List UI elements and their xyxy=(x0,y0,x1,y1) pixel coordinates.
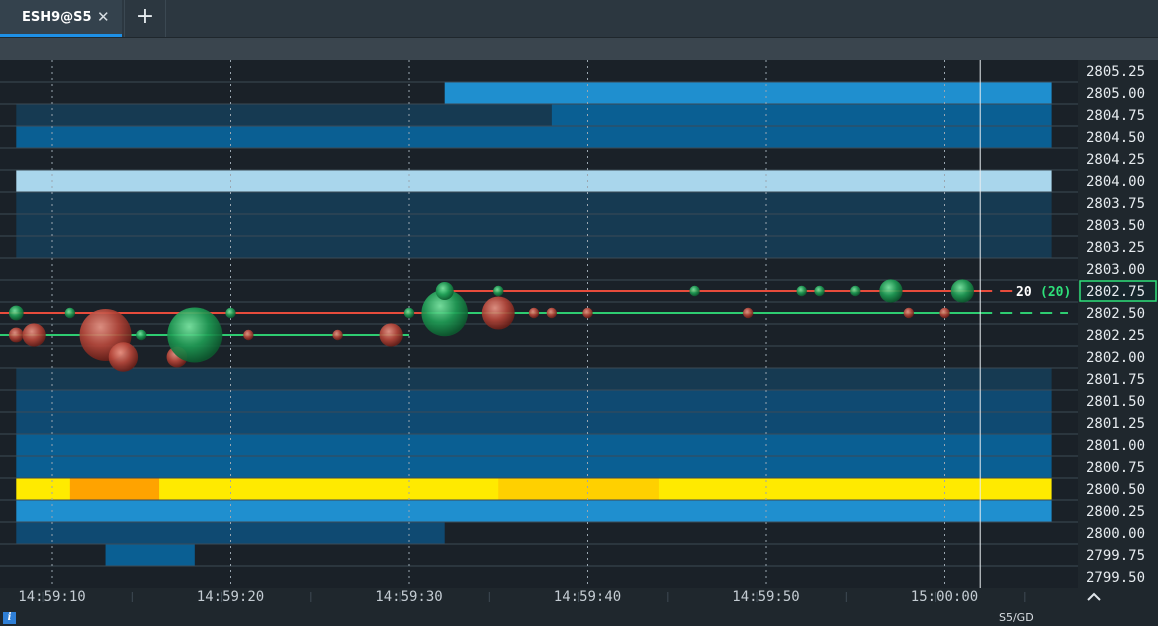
buy-trade-bubble xyxy=(8,305,24,321)
buy-trade-bubble xyxy=(879,279,903,303)
buy-trade-bubble xyxy=(225,307,236,319)
chevron-up-icon[interactable] xyxy=(1085,588,1103,606)
last-trade-size: 20 xyxy=(1016,285,1032,300)
price-label: 2800.50 xyxy=(1086,482,1145,498)
liquidity-cell xyxy=(16,390,1052,412)
price-label: 2803.00 xyxy=(1086,262,1145,278)
price-label: 2801.50 xyxy=(1086,394,1145,410)
liquidity-cell xyxy=(16,412,1052,434)
time-label: 14:59:40 xyxy=(554,589,621,605)
liquidity-cell xyxy=(16,126,1052,148)
sell-trade-bubble xyxy=(582,307,593,319)
sell-trade-bubble xyxy=(8,327,24,343)
price-label: 2805.25 xyxy=(1086,64,1145,80)
sell-trade-bubble xyxy=(379,323,403,347)
liquidity-cell xyxy=(69,478,160,500)
price-label: 2802.25 xyxy=(1086,328,1145,344)
buy-trade-bubble xyxy=(167,307,223,363)
info-icon[interactable]: i xyxy=(3,612,16,624)
price-label: 2801.00 xyxy=(1086,438,1145,454)
liquidity-cell xyxy=(551,104,1052,126)
buy-trade-bubble xyxy=(950,279,974,303)
liquidity-cell xyxy=(16,192,1052,214)
buy-trade-bubble xyxy=(796,285,807,297)
buy-trade-bubble xyxy=(435,281,454,301)
price-label: 2804.75 xyxy=(1086,108,1145,124)
price-label: 2801.25 xyxy=(1086,416,1145,432)
buy-trade-bubble xyxy=(493,285,504,297)
liquidity-cell xyxy=(16,104,552,126)
price-label: 2803.25 xyxy=(1086,240,1145,256)
tab-esh9[interactable]: ESH9@S5 ✕ xyxy=(0,0,122,37)
sell-trade-bubble xyxy=(939,307,950,319)
buy-trade-bubble xyxy=(64,307,76,319)
mode-label: S5/GD xyxy=(999,611,1034,624)
price-label: 2803.50 xyxy=(1086,218,1145,234)
price-axis[interactable]: 2805.25 2805.00 2804.75 2804.50 2804.25 2804.… xyxy=(1078,60,1158,588)
time-label: 14:59:50 xyxy=(732,589,799,605)
buy-trade-bubble xyxy=(136,329,147,341)
price-label: 2800.25 xyxy=(1086,504,1145,520)
sell-trade-bubble xyxy=(243,329,254,341)
sell-trade-bubble xyxy=(528,307,540,319)
sell-trade-bubble xyxy=(108,342,139,372)
heatmap-chart[interactable]: 20 (20) xyxy=(0,60,1078,588)
liquidity-cell xyxy=(444,82,1052,104)
buy-trade-bubble xyxy=(403,307,415,319)
sell-trade-bubble xyxy=(903,307,914,319)
sell-trade-bubble xyxy=(481,296,515,330)
tab-bar: ESH9@S5 ✕ + xyxy=(0,0,1158,38)
time-label: 14:59:10 xyxy=(18,589,85,605)
price-label: 2799.75 xyxy=(1086,548,1145,564)
sell-trade-bubble xyxy=(742,307,754,319)
liquidity-cell xyxy=(105,544,195,566)
liquidity-cell xyxy=(16,434,1052,456)
time-label: 15:00:00 xyxy=(911,589,978,605)
tab-label: ESH9@S5 xyxy=(22,10,92,25)
time-axis[interactable]: 14:59:10 14:59:20 14:59:30 14:59:40 14:59:50… xyxy=(0,588,1158,626)
time-label: 14:59:30 xyxy=(375,589,442,605)
price-label: 2799.50 xyxy=(1086,570,1145,586)
sell-trade-bubble xyxy=(546,307,557,319)
liquidity-cell xyxy=(498,478,659,500)
liquidity-cell xyxy=(16,500,1052,522)
buy-trade-bubble xyxy=(850,285,861,297)
price-label: 2805.00 xyxy=(1086,86,1145,102)
price-label: 2802.50 xyxy=(1086,306,1145,322)
sell-trade-bubble xyxy=(22,323,46,347)
price-label: 2803.75 xyxy=(1086,196,1145,212)
liquidity-cell xyxy=(16,214,1052,236)
add-tab-button[interactable]: + xyxy=(124,0,166,37)
liquidity-cell xyxy=(16,456,1052,478)
price-label: 2804.25 xyxy=(1086,152,1145,168)
buy-trade-bubble xyxy=(814,285,825,297)
toolbar xyxy=(0,38,1158,60)
liquidity-cell xyxy=(16,236,1052,258)
price-label: 2804.00 xyxy=(1086,174,1145,190)
time-label: 14:59:20 xyxy=(197,589,264,605)
sell-trade-bubble xyxy=(332,329,343,341)
last-trade-cumulative: (20) xyxy=(1040,285,1071,300)
buy-trade-bubble xyxy=(689,285,700,297)
price-label: 2800.00 xyxy=(1086,526,1145,542)
price-label: 2802.00 xyxy=(1086,350,1145,366)
close-icon[interactable]: ✕ xyxy=(97,8,110,26)
price-label: 2800.75 xyxy=(1086,460,1145,476)
price-label: 2801.75 xyxy=(1086,372,1145,388)
liquidity-cell xyxy=(16,368,1052,390)
price-label: 2802.75 xyxy=(1086,284,1145,300)
liquidity-cell xyxy=(16,170,1052,192)
price-label: 2804.50 xyxy=(1086,130,1145,146)
